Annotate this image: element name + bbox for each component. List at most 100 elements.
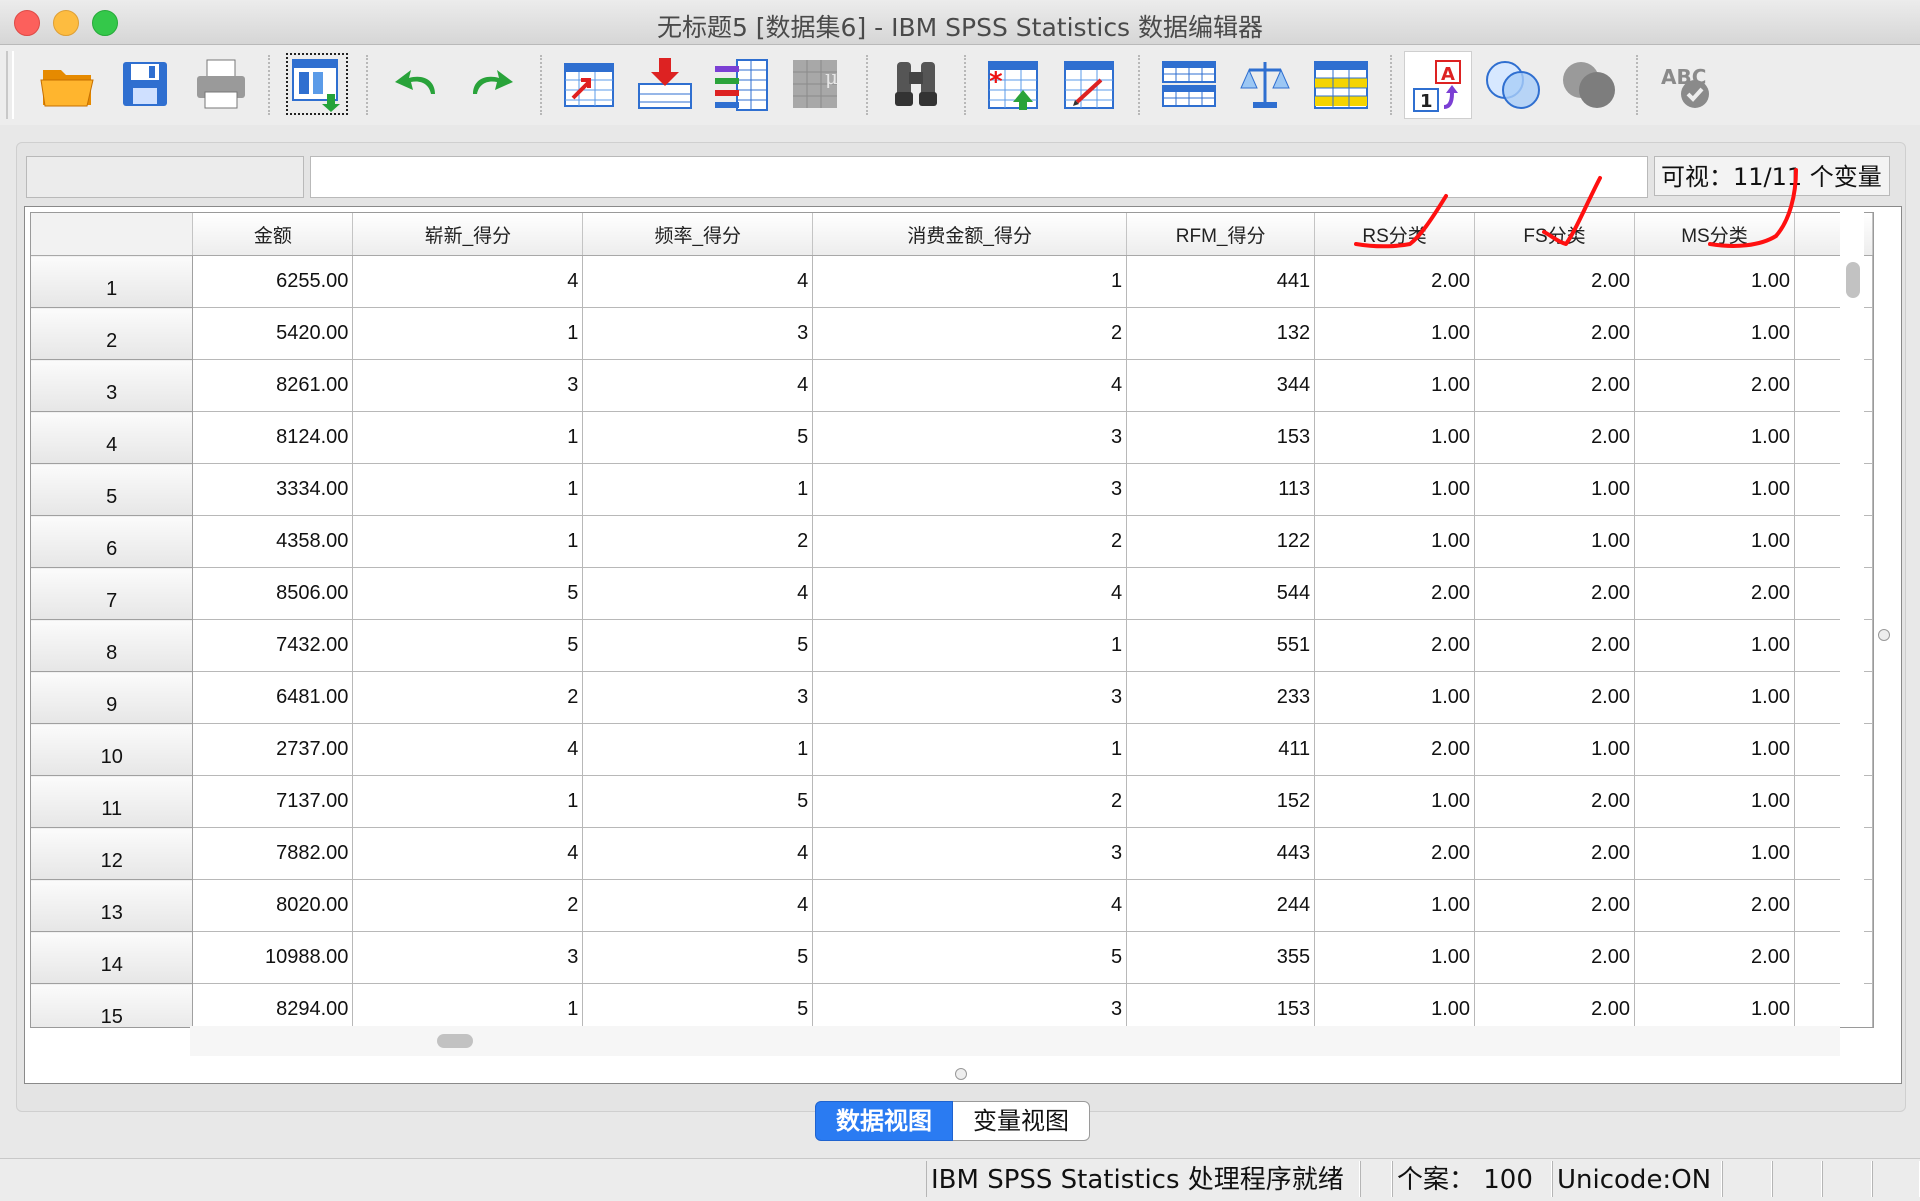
data-cell[interactable]: 1 xyxy=(352,307,584,360)
data-cell[interactable]: 5420.00 xyxy=(192,307,354,360)
data-cell[interactable]: 2.00 xyxy=(1634,359,1795,412)
data-cell[interactable]: 2 xyxy=(352,671,584,724)
data-cell[interactable]: 1 xyxy=(812,255,1128,308)
data-cell[interactable]: 1 xyxy=(582,723,814,776)
column-header[interactable]: MS分类 xyxy=(1634,213,1795,256)
data-cell[interactable]: 10988.00 xyxy=(192,931,354,984)
data-cell[interactable]: 355 xyxy=(1126,931,1316,984)
data-cell[interactable]: 3 xyxy=(812,411,1128,464)
data-cell[interactable]: 1.00 xyxy=(1314,671,1476,724)
vertical-scrollbar[interactable] xyxy=(1840,212,1864,1026)
data-cell[interactable]: 1 xyxy=(582,463,814,516)
data-cell[interactable]: 5 xyxy=(582,983,814,1027)
data-cell[interactable]: 5 xyxy=(352,619,584,672)
data-cell[interactable]: 7137.00 xyxy=(192,775,354,828)
row-number[interactable]: 4 xyxy=(31,411,194,464)
data-cell[interactable]: 2 xyxy=(812,775,1128,828)
data-cell[interactable]: 1.00 xyxy=(1634,827,1795,880)
data-cell[interactable]: 4 xyxy=(352,827,584,880)
data-cell[interactable]: 3 xyxy=(812,827,1128,880)
data-cell[interactable]: 1.00 xyxy=(1634,411,1795,464)
data-cell[interactable]: 3334.00 xyxy=(192,463,354,516)
data-cell[interactable]: 4 xyxy=(582,567,814,620)
data-cell[interactable]: 1 xyxy=(352,983,584,1027)
data-cell[interactable]: 1.00 xyxy=(1634,307,1795,360)
recall-dialog-icon[interactable] xyxy=(284,51,350,117)
data-cell[interactable]: 1.00 xyxy=(1314,515,1476,568)
data-cell[interactable]: 4 xyxy=(352,255,584,308)
data-cell[interactable]: 1 xyxy=(812,619,1128,672)
data-cell[interactable]: 2.00 xyxy=(1634,931,1795,984)
column-header[interactable]: 消费金额_得分 xyxy=(812,213,1128,256)
data-cell[interactable]: 2.00 xyxy=(1314,567,1476,620)
data-cell[interactable]: 1 xyxy=(352,775,584,828)
data-cell[interactable]: 2.00 xyxy=(1314,619,1476,672)
goto-variable-icon[interactable] xyxy=(632,51,698,117)
column-header[interactable]: 金额 xyxy=(192,213,354,256)
data-cell[interactable]: 3 xyxy=(352,931,584,984)
data-cell[interactable]: 7432.00 xyxy=(192,619,354,672)
data-cell[interactable]: 1.00 xyxy=(1314,879,1476,932)
data-cell[interactable]: 2.00 xyxy=(1474,827,1635,880)
column-header[interactable]: 崭新_得分 xyxy=(352,213,584,256)
cell-value-editor[interactable] xyxy=(310,156,1648,198)
data-cell[interactable]: 1 xyxy=(352,411,584,464)
data-cell[interactable]: 1 xyxy=(352,463,584,516)
goto-case-icon[interactable] xyxy=(556,51,622,117)
insert-cases-icon[interactable]: * xyxy=(980,51,1046,117)
data-cell[interactable]: 2.00 xyxy=(1474,775,1635,828)
data-cell[interactable]: 2.00 xyxy=(1474,567,1635,620)
column-header[interactable]: RFM_得分 xyxy=(1126,213,1316,256)
data-cell[interactable]: 8506.00 xyxy=(192,567,354,620)
data-cell[interactable]: 1.00 xyxy=(1314,983,1476,1027)
data-cell[interactable]: 3 xyxy=(812,671,1128,724)
data-cell[interactable]: 8124.00 xyxy=(192,411,354,464)
data-cell[interactable]: 2.00 xyxy=(1474,307,1635,360)
row-number[interactable]: 13 xyxy=(31,879,194,932)
find-icon[interactable] xyxy=(884,51,950,117)
data-cell[interactable]: 4 xyxy=(582,255,814,308)
use-variable-sets-icon[interactable] xyxy=(1480,51,1546,117)
data-cell[interactable]: 1.00 xyxy=(1474,515,1635,568)
data-cell[interactable]: 7882.00 xyxy=(192,827,354,880)
data-cell[interactable]: 132 xyxy=(1126,307,1316,360)
data-cell[interactable]: 8294.00 xyxy=(192,983,354,1027)
data-cell[interactable]: 8261.00 xyxy=(192,359,354,412)
data-cell[interactable]: 5 xyxy=(352,567,584,620)
data-cell[interactable]: 1.00 xyxy=(1314,307,1476,360)
grid-corner[interactable] xyxy=(31,213,194,256)
data-cell[interactable]: 153 xyxy=(1126,983,1316,1027)
data-cell[interactable]: 2.00 xyxy=(1634,879,1795,932)
data-cell[interactable]: 1.00 xyxy=(1474,463,1635,516)
spell-check-icon[interactable]: ABC xyxy=(1652,51,1718,117)
data-cell[interactable]: 1.00 xyxy=(1634,619,1795,672)
data-cell[interactable]: 4 xyxy=(582,879,814,932)
data-cell[interactable]: 153 xyxy=(1126,411,1316,464)
data-cell[interactable]: 2 xyxy=(812,515,1128,568)
run-descriptives-icon[interactable]: μ xyxy=(786,51,852,117)
data-cell[interactable]: 6255.00 xyxy=(192,255,354,308)
data-cell[interactable]: 551 xyxy=(1126,619,1316,672)
data-cell[interactable]: 4 xyxy=(812,879,1128,932)
column-header[interactable]: RS分类 xyxy=(1314,213,1476,256)
row-number[interactable]: 8 xyxy=(31,619,194,672)
weight-cases-icon[interactable] xyxy=(1232,51,1298,117)
data-cell[interactable]: 1 xyxy=(352,515,584,568)
data-cell[interactable]: 2 xyxy=(582,515,814,568)
data-cell[interactable]: 1.00 xyxy=(1634,723,1795,776)
save-icon[interactable] xyxy=(112,51,178,117)
data-cell[interactable]: 1.00 xyxy=(1634,255,1795,308)
data-cell[interactable]: 1.00 xyxy=(1634,515,1795,568)
data-cell[interactable]: 1 xyxy=(812,723,1128,776)
data-cell[interactable]: 4 xyxy=(812,567,1128,620)
column-header[interactable]: 频率_得分 xyxy=(582,213,814,256)
data-cell[interactable]: 6481.00 xyxy=(192,671,354,724)
data-cell[interactable]: 2.00 xyxy=(1474,671,1635,724)
value-labels-icon[interactable]: A1 xyxy=(1404,51,1472,119)
data-cell[interactable]: 344 xyxy=(1126,359,1316,412)
data-cell[interactable]: 2.00 xyxy=(1474,879,1635,932)
horizontal-scroll-thumb[interactable] xyxy=(437,1034,473,1048)
data-cell[interactable]: 233 xyxy=(1126,671,1316,724)
data-cell[interactable]: 3 xyxy=(812,983,1128,1027)
data-cell[interactable]: 4 xyxy=(352,723,584,776)
